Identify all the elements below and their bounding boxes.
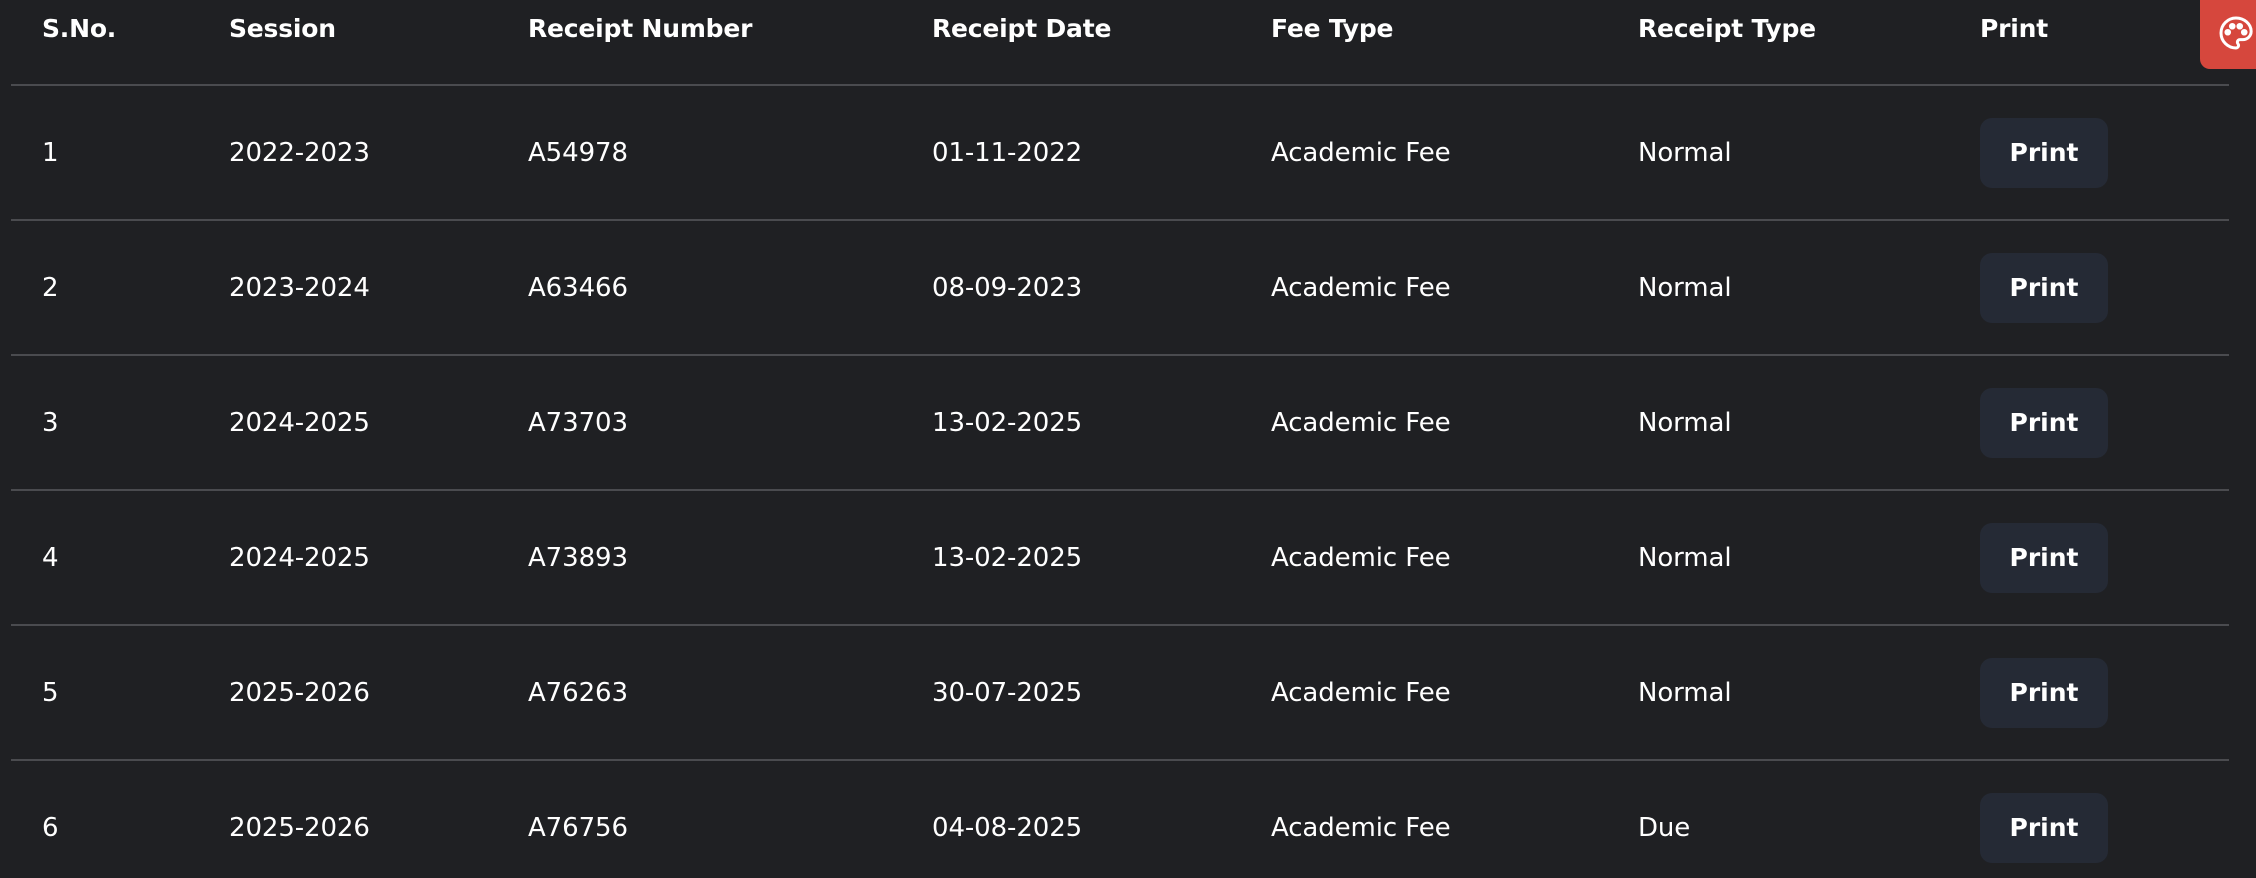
table-row: 2 2023-2024 A63466 08-09-2023 Academic F… <box>11 220 2229 356</box>
table-row: 1 2022-2023 A54978 01-11-2022 Academic F… <box>11 85 2229 221</box>
header-fee-type: Fee Type <box>1271 0 1638 86</box>
header-session: Session <box>229 0 528 86</box>
cell-print: Print <box>1980 490 2229 626</box>
header-print: Print <box>1980 0 2229 86</box>
cell-session: 2025-2026 <box>229 813 370 843</box>
cell-receipt-type: Normal <box>1638 490 1980 626</box>
cell-receipt-type: Normal <box>1638 355 1980 491</box>
header-receipt-date: Receipt Date <box>932 0 1271 86</box>
cell-print: Print <box>1980 355 2229 491</box>
cell-sno: 3 <box>11 355 229 491</box>
table-row: 5 2025-2026 A76263 30-07-2025 Academic F… <box>11 625 2229 761</box>
cell-receipt-date: 30-07-2025 <box>932 625 1271 761</box>
cell-sno: 5 <box>11 625 229 761</box>
print-button[interactable]: Print <box>1980 793 2108 863</box>
cell-receipt-type: Normal <box>1638 220 1980 356</box>
print-button[interactable]: Print <box>1980 387 2108 458</box>
cell-fee-type: Academic Fee <box>1271 490 1638 626</box>
cell-receipt-date: 01-11-2022 <box>932 85 1271 221</box>
table-row: 6 2025-2026 A76756 04-08-2025 Academic F… <box>11 760 2229 878</box>
cell-fee-type: Academic Fee <box>1271 220 1638 356</box>
cell-print: Print <box>1980 85 2229 221</box>
table-row: 3 2024-2025 A73703 13-02-2025 Academic F… <box>11 355 2229 491</box>
cell-receipt-type: Due <box>1638 813 1691 843</box>
header-receipt-type: Receipt Type <box>1638 0 1980 86</box>
cell-receipt-date: 04-08-2025 <box>932 813 1083 843</box>
cell-receipt-number: A76756 <box>528 813 628 843</box>
receipts-table-container: S.No. Session Receipt Number Receipt Dat… <box>11 0 2229 878</box>
cell-receipt-number: A73893 <box>528 490 932 626</box>
table-header-row: S.No. Session Receipt Number Receipt Dat… <box>11 0 2229 86</box>
cell-sno: 1 <box>11 85 229 221</box>
receipts-table: S.No. Session Receipt Number Receipt Dat… <box>11 0 2229 878</box>
header-receipt-number: Receipt Number <box>528 0 932 86</box>
cell-print: Print <box>1980 625 2229 761</box>
cell-sno: 2 <box>11 220 229 356</box>
cell-receipt-number: A73703 <box>528 355 932 491</box>
cell-sno: 4 <box>11 490 229 626</box>
palette-icon <box>2218 15 2254 55</box>
cell-session: 2024-2025 <box>229 355 528 491</box>
cell-receipt-date: 08-09-2023 <box>932 220 1271 356</box>
cell-session: 2025-2026 <box>229 625 528 761</box>
cell-receipt-date: 13-02-2025 <box>932 490 1271 626</box>
cell-fee-type: Academic Fee <box>1271 625 1638 761</box>
cell-session: 2023-2024 <box>229 220 528 356</box>
theme-toggle-button[interactable] <box>2200 0 2256 69</box>
cell-session: 2022-2023 <box>229 85 528 221</box>
print-button[interactable]: Print <box>1980 117 2108 188</box>
header-sno: S.No. <box>11 0 229 86</box>
cell-receipt-date: 13-02-2025 <box>932 355 1271 491</box>
cell-receipt-number: A54978 <box>528 85 932 221</box>
cell-fee-type: Academic Fee <box>1271 355 1638 491</box>
print-button[interactable]: Print <box>1980 657 2108 728</box>
cell-receipt-number: A63466 <box>528 220 932 356</box>
cell-fee-type: Academic Fee <box>1271 85 1638 221</box>
print-button[interactable]: Print <box>1980 522 2108 593</box>
cell-receipt-number: A76263 <box>528 625 932 761</box>
cell-fee-type: Academic Fee <box>1271 813 1451 843</box>
cell-receipt-type: Normal <box>1638 85 1980 221</box>
cell-session: 2024-2025 <box>229 490 528 626</box>
cell-sno: 6 <box>42 813 59 843</box>
table-row: 4 2024-2025 A73893 13-02-2025 Academic F… <box>11 490 2229 626</box>
cell-print: Print <box>1980 220 2229 356</box>
cell-print: Print <box>1980 760 2229 878</box>
print-button[interactable]: Print <box>1980 252 2108 323</box>
cell-receipt-type: Normal <box>1638 625 1980 761</box>
